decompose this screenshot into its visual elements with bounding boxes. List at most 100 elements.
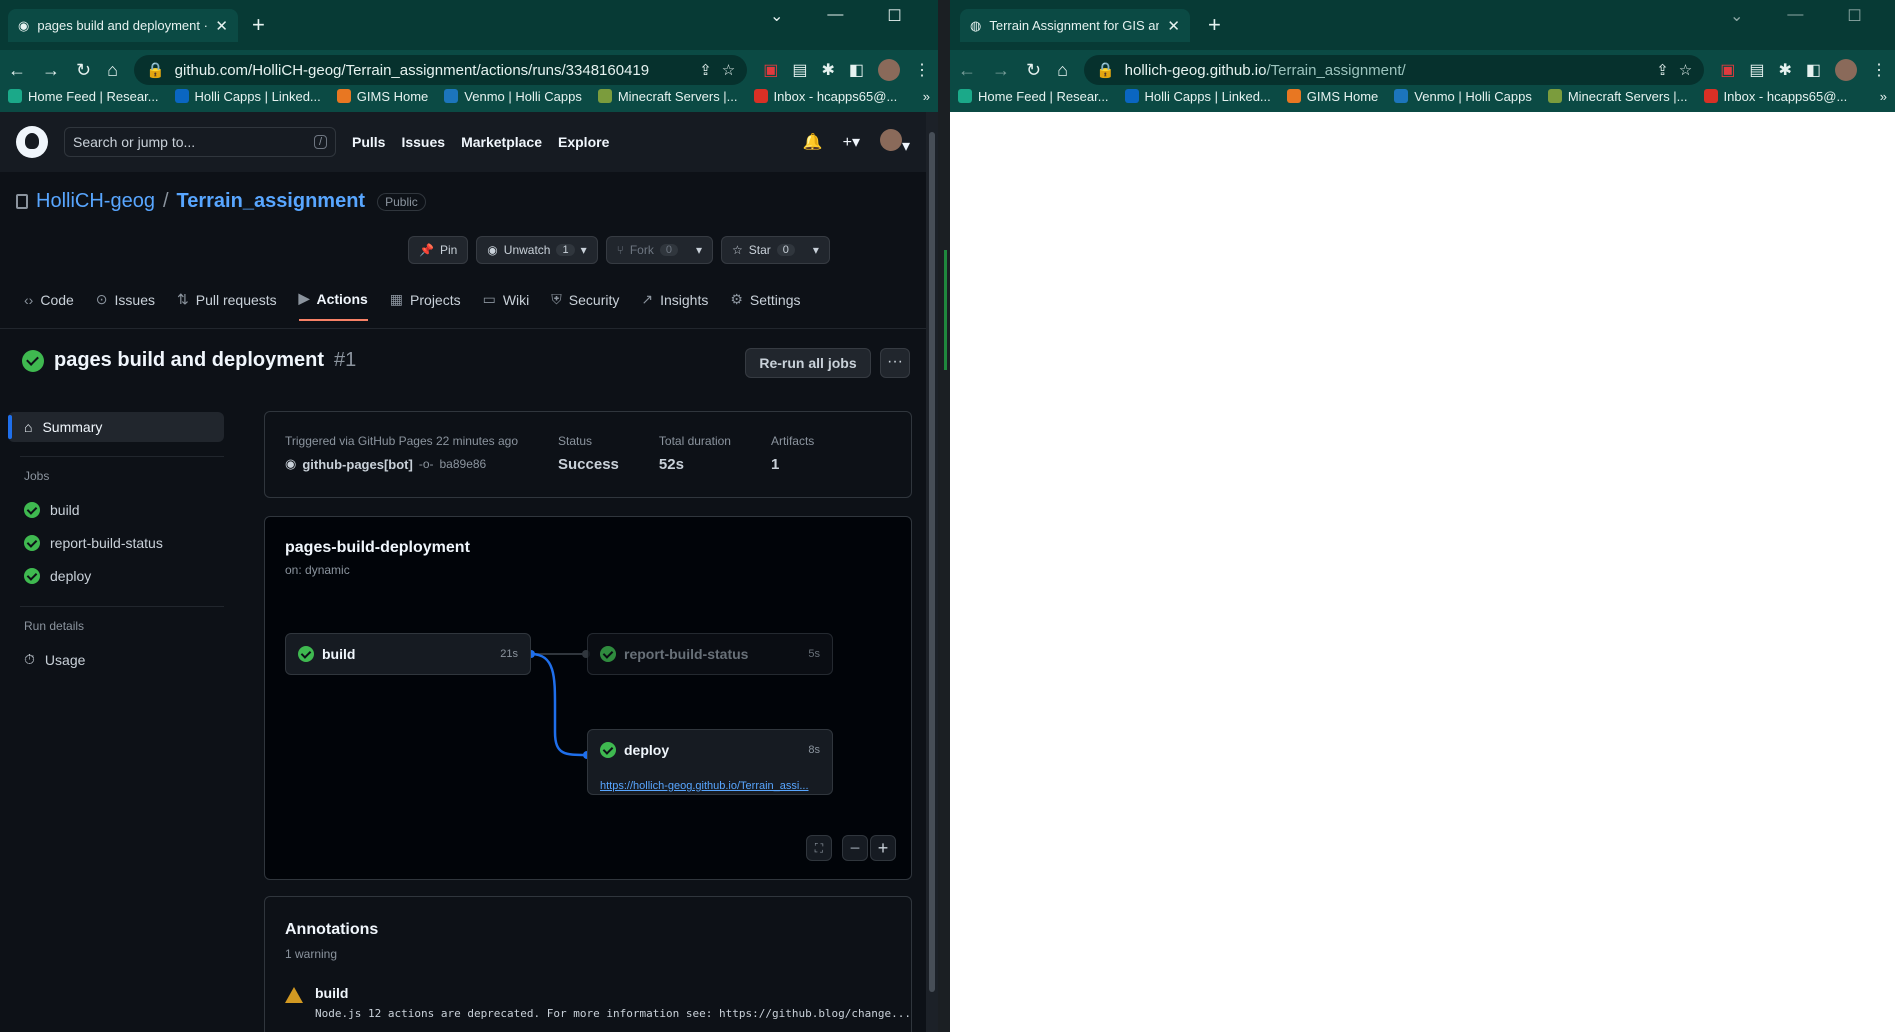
tab-actions[interactable]: ▶ Actions [298,290,368,321]
bookmark-item[interactable]: Venmo | Holli Capps [1394,88,1532,104]
tab-icon: ▦ [389,291,404,307]
tab-security[interactable]: ⛨ Security [551,290,619,321]
reload-icon[interactable]: ↻ [1026,60,1041,81]
url-text: hollich-geog.github.io/Terrain_assignmen… [1125,62,1406,79]
bookmark-label: Home Feed | Resear... [28,88,159,104]
puzzle-icon[interactable]: ✱ [1778,60,1791,80]
fork-button[interactable]: ⑂ Fork 0 ▾ [605,236,713,264]
sidepanel-icon[interactable]: ◧ [849,60,864,80]
profile-avatar[interactable] [1835,59,1857,81]
home-icon[interactable]: ⌂ [1057,60,1068,81]
bookmark-item[interactable]: Inbox - hcapps65@... [753,88,897,104]
graph-job-deploy[interactable]: deploy 8s https://hollich-geog.github.io… [587,729,833,795]
star-label: Star [748,243,771,257]
actor-link[interactable]: github-pages[bot] [302,457,412,472]
graph-job-build[interactable]: build 21s [285,633,531,675]
home-icon[interactable]: ⌂ [107,60,118,81]
profile-avatar[interactable] [878,59,900,81]
forward-icon[interactable]: → [42,60,60,81]
sidebar-job-deploy[interactable]: deploy [8,559,224,592]
scrollbar-thumb[interactable] [929,132,935,992]
share-icon[interactable]: ⇪ [699,61,712,79]
close-tab-icon[interactable]: ✕ [215,17,228,35]
more-bookmarks-icon[interactable]: » [1880,89,1887,104]
new-tab-icon[interactable]: + [252,12,265,38]
back-icon[interactable]: ← [8,60,26,81]
tab-projects[interactable]: ▦ Projects [390,290,461,321]
fullscreen-icon[interactable]: ⛶ [806,835,832,861]
artifacts-count-link[interactable]: 1 [771,456,814,473]
reload-icon[interactable]: ↻ [76,60,91,81]
chevron-down-icon[interactable]: ⌄ [770,6,783,26]
page-scrollbar[interactable] [926,112,938,1032]
bookmark-star-icon[interactable]: ☆ [1679,61,1692,79]
nav-explore[interactable]: Explore [558,134,609,150]
extension-icon[interactable]: ▣ [1720,60,1735,80]
chevron-down-icon[interactable]: ⌄ [1730,6,1743,26]
menu-icon[interactable]: ⋮ [914,60,930,80]
bookmark-item[interactable]: Home Feed | Resear... [958,88,1109,104]
repo-name-link[interactable]: Terrain_assignment [177,190,366,213]
new-tab-icon[interactable]: + [1208,12,1221,38]
sidepanel-icon[interactable]: ◧ [1806,60,1821,80]
unwatch-button[interactable]: ◉ Unwatch 1 ▾ [476,236,598,264]
tab-issues[interactable]: ⊙ Issues [96,290,155,321]
tab-pull-requests[interactable]: ⇅ Pull requests [177,290,277,321]
maximize-icon[interactable]: ☐ [1847,6,1861,26]
tab-wiki[interactable]: ▭ Wiki [483,290,530,321]
sidebar-job-report-build-status[interactable]: report-build-status [8,526,224,559]
browser-tab[interactable]: ◉ pages build and deployment · Ho ✕ [8,9,238,42]
reader-icon[interactable]: ▤ [1749,60,1764,80]
minimize-icon[interactable]: — [827,6,843,26]
more-bookmarks-icon[interactable]: » [923,89,930,104]
tab-settings[interactable]: ⚙ Settings [730,290,800,321]
bookmark-item[interactable]: Minecraft Servers |... [1547,88,1688,104]
plus-dropdown-icon[interactable]: +▾ [843,132,860,152]
minimize-icon[interactable]: — [1787,6,1803,26]
bookmark-item[interactable]: GIMS Home [1286,88,1378,104]
reader-icon[interactable]: ▤ [792,60,807,80]
bookmark-item[interactable]: Holli Capps | Linked... [174,88,321,104]
extension-icon[interactable]: ▣ [763,60,778,80]
bookmark-item[interactable]: Holli Capps | Linked... [1124,88,1271,104]
browser-tab[interactable]: ◍ Terrain Assignment for GIS and P ✕ [960,9,1190,42]
tab-insights[interactable]: ↗ Insights [641,290,708,321]
zoom-in-icon[interactable]: + [870,835,896,861]
bookmark-item[interactable]: Home Feed | Resear... [8,88,159,104]
maximize-icon[interactable]: ☐ [887,6,901,26]
sidebar-item-usage[interactable]: ⏱ Usage [8,643,224,676]
graph-job-report-build-status[interactable]: report-build-status 5s [587,633,833,675]
nav-marketplace[interactable]: Marketplace [461,134,542,150]
pin-button[interactable]: 📌 Pin [408,236,469,264]
bookmark-item[interactable]: Venmo | Holli Capps [444,88,582,104]
nav-pulls[interactable]: Pulls [352,134,385,150]
sidebar-item-summary[interactable]: ⌂ Summary [8,412,224,442]
menu-icon[interactable]: ⋮ [1871,60,1887,80]
search-input[interactable]: Search or jump to... / [64,127,336,157]
share-icon[interactable]: ⇪ [1656,61,1669,79]
zoom-out-icon[interactable]: − [842,835,868,861]
sidebar-job-build[interactable]: build [8,493,224,526]
close-tab-icon[interactable]: ✕ [1167,17,1180,35]
address-bar[interactable]: 🔒 hollich-geog.github.io/Terrain_assignm… [1083,55,1705,85]
address-bar[interactable]: 🔒 github.com/HolliCH-geog/Terrain_assign… [133,55,748,85]
github-logo-icon[interactable] [16,126,48,158]
forward-icon[interactable]: → [992,60,1010,81]
url-text: github.com/HolliCH-geog/Terrain_assignme… [174,61,650,79]
bookmark-item[interactable]: Inbox - hcapps65@... [1703,88,1847,104]
bookmark-item[interactable]: GIMS Home [336,88,428,104]
nav-issues[interactable]: Issues [401,134,445,150]
deploy-url-link[interactable]: https://hollich-geog.github.io/Terrain_a… [600,780,809,792]
repo-owner-link[interactable]: HolliCH-geog [36,190,155,213]
user-menu[interactable]: ▾ [879,128,910,156]
back-icon[interactable]: ← [958,60,976,81]
tab-code[interactable]: ‹› Code [24,290,74,321]
rerun-all-jobs-button[interactable]: Re-run all jobs [745,348,871,378]
bookmark-star-icon[interactable]: ☆ [722,61,735,79]
commit-sha-link[interactable]: ba89e86 [440,457,487,471]
star-button[interactable]: ☆ Star 0 ▾ [720,236,830,264]
more-options-button[interactable]: ··· [880,348,910,378]
bookmark-item[interactable]: Minecraft Servers |... [597,88,738,104]
puzzle-icon[interactable]: ✱ [821,60,834,80]
bell-icon[interactable]: 🔔 [803,132,823,152]
